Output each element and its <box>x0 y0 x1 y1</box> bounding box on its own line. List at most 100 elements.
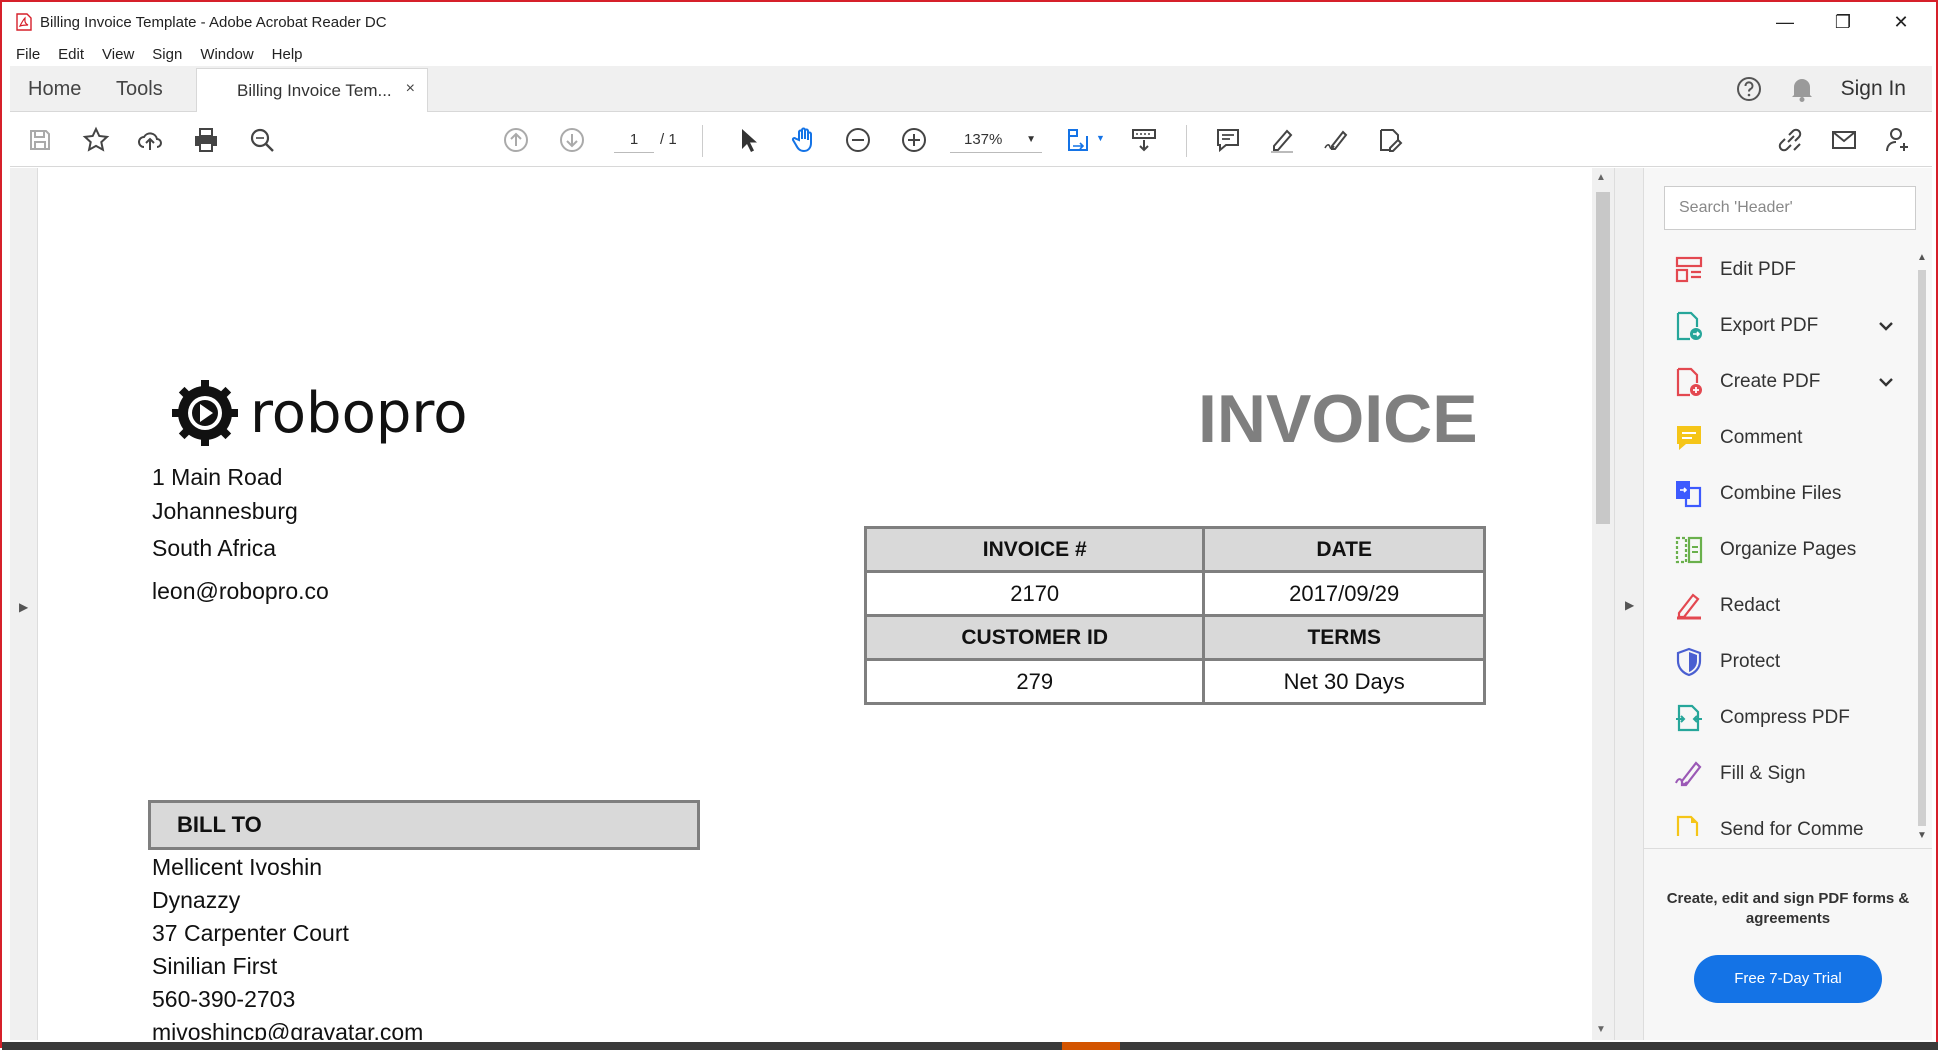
select-tool-button[interactable] <box>732 124 764 156</box>
tool-edit-pdf[interactable]: Edit PDF <box>1674 252 1904 288</box>
chevron-down-icon[interactable] <box>1874 370 1898 394</box>
cursor-arrow-icon <box>742 129 757 152</box>
add-user-button[interactable] <box>1882 124 1914 156</box>
print-button[interactable] <box>190 124 222 156</box>
chevron-down-icon[interactable] <box>1874 314 1898 338</box>
arrow-up-circle-icon <box>504 128 528 152</box>
tools-pane: Search 'Header' Edit PDF Export PDF Crea… <box>1644 168 1932 1040</box>
customer-id-value: 279 <box>863 658 1206 705</box>
tool-redact[interactable]: Redact <box>1674 588 1904 624</box>
comment-icon <box>1217 129 1239 153</box>
page-number-input[interactable]: 1 <box>614 127 654 153</box>
fill-sign-button[interactable] <box>1374 124 1406 156</box>
notification-bell-icon[interactable] <box>1789 75 1815 103</box>
minimize-button[interactable]: — <box>1756 2 1814 42</box>
help-icon[interactable] <box>1735 75 1763 103</box>
expand-left-panel-icon[interactable]: ▶ <box>19 600 28 614</box>
tool-export-pdf[interactable]: Export PDF <box>1674 308 1904 344</box>
tool-organize-pages[interactable]: Organize Pages <box>1674 532 1904 568</box>
left-navigation-panel: ▶ <box>10 168 38 1040</box>
highlight-button[interactable] <box>1266 124 1298 156</box>
address-line-3: South Africa <box>152 535 277 561</box>
terms-header: TERMS <box>1202 614 1486 661</box>
edit-pdf-icon <box>1675 256 1703 283</box>
tools-pane-scrollbar[interactable]: ▲ ▼ <box>1914 252 1930 842</box>
menu-help[interactable]: Help <box>272 46 303 63</box>
comment-button[interactable] <box>1212 124 1244 156</box>
bill-to-header: BILL TO <box>148 800 700 850</box>
sign-in-link[interactable]: Sign In <box>1841 77 1906 101</box>
address-line-1: 1 Main Road <box>152 464 283 490</box>
promo-text: Create, edit and sign PDF forms & agreem… <box>1666 890 1910 927</box>
tab-home[interactable]: Home <box>28 66 81 112</box>
bill-to-street: 37 Carpenter Court <box>152 920 349 946</box>
tools-search-input[interactable]: Search 'Header' <box>1664 186 1916 230</box>
redact-icon <box>1677 593 1701 620</box>
next-page-button[interactable] <box>556 124 588 156</box>
tool-combine-files[interactable]: Combine Files <box>1674 476 1904 512</box>
link-icon <box>1778 128 1802 152</box>
email-button[interactable] <box>1828 124 1860 156</box>
search-zoom-icon <box>250 128 274 152</box>
sign-button[interactable] <box>1320 124 1352 156</box>
restore-button[interactable]: ❐ <box>1814 2 1872 42</box>
menu-sign[interactable]: Sign <box>152 46 182 63</box>
keyboard-scroll-icon <box>1132 129 1156 152</box>
tab-tools[interactable]: Tools <box>116 66 163 112</box>
create-pdf-icon <box>1676 367 1702 397</box>
scroll-up-arrow-icon[interactable]: ▲ <box>1596 172 1606 183</box>
tool-label: Export PDF <box>1720 315 1819 336</box>
bill-to-company: Dynazzy <box>152 887 241 913</box>
tab-document[interactable]: Billing Invoice Tem... × <box>196 68 428 112</box>
tool-label: Create PDF <box>1720 371 1821 392</box>
terms-value: Net 30 Days <box>1202 658 1486 705</box>
scrollbar-thumb[interactable] <box>1918 270 1926 826</box>
document-scrollbar[interactable]: ▲ ▼ <box>1592 168 1614 1040</box>
tool-send-for-comment[interactable]: Send for Comme <box>1674 812 1904 836</box>
tool-protect[interactable]: Protect <box>1674 644 1904 680</box>
zoom-select[interactable]: 137% ▼ <box>950 127 1042 153</box>
hand-tool-button[interactable] <box>788 124 820 156</box>
scroll-down-arrow-icon[interactable]: ▼ <box>1917 830 1927 841</box>
collapse-right-pane-icon[interactable]: ▶ <box>1625 598 1634 612</box>
document-view: robopro 1 Main Road Johannesburg South A… <box>38 168 1596 1040</box>
invoice-details-table: INVOICE # DATE 2170 2017/09/29 CUSTOMER … <box>863 526 1486 705</box>
fit-page-button[interactable] <box>1062 124 1094 156</box>
fit-page-chevron-icon[interactable]: ▼ <box>1096 133 1105 143</box>
bookmark-button[interactable] <box>80 124 112 156</box>
previous-page-button[interactable] <box>500 124 532 156</box>
envelope-icon <box>1832 131 1856 149</box>
zoom-in-button[interactable] <box>898 124 930 156</box>
tool-compress-pdf[interactable]: Compress PDF <box>1674 700 1904 736</box>
scroll-mode-button[interactable] <box>1128 124 1160 156</box>
share-link-button[interactable] <box>1774 124 1806 156</box>
scrollbar-thumb[interactable] <box>1596 192 1610 524</box>
signature-pen-icon <box>1324 130 1348 150</box>
menu-view[interactable]: View <box>102 46 134 63</box>
menu-file[interactable]: File <box>16 46 40 63</box>
export-pdf-icon <box>1676 311 1702 341</box>
tool-fill-sign[interactable]: Fill & Sign <box>1674 756 1904 792</box>
close-button[interactable]: ✕ <box>1872 2 1930 42</box>
date-header: DATE <box>1202 526 1486 573</box>
document-tab-label: Billing Invoice Tem... <box>237 80 392 100</box>
tool-label: Compress PDF <box>1720 707 1850 728</box>
menu-edit[interactable]: Edit <box>58 46 84 63</box>
tool-create-pdf[interactable]: Create PDF <box>1674 364 1904 400</box>
invoice-title: INVOICE <box>1198 381 1478 457</box>
tabs-row: Home Tools Billing Invoice Tem... × Sign… <box>10 66 1932 112</box>
page-total: / 1 <box>660 131 677 148</box>
tool-label: Redact <box>1720 595 1781 616</box>
tool-label: Combine Files <box>1720 483 1842 504</box>
close-tab-icon[interactable]: × <box>406 80 415 98</box>
free-trial-button[interactable]: Free 7-Day Trial <box>1694 955 1882 1003</box>
find-button[interactable] <box>246 124 278 156</box>
upload-button[interactable] <box>134 124 166 156</box>
menu-bar: File Edit View Sign Window Help <box>2 42 1936 66</box>
tool-comment[interactable]: Comment <box>1674 420 1904 456</box>
save-button[interactable] <box>24 124 56 156</box>
menu-window[interactable]: Window <box>200 46 253 63</box>
zoom-out-button[interactable] <box>842 124 874 156</box>
scroll-up-arrow-icon[interactable]: ▲ <box>1917 252 1927 263</box>
scroll-down-arrow-icon[interactable]: ▼ <box>1596 1024 1606 1035</box>
